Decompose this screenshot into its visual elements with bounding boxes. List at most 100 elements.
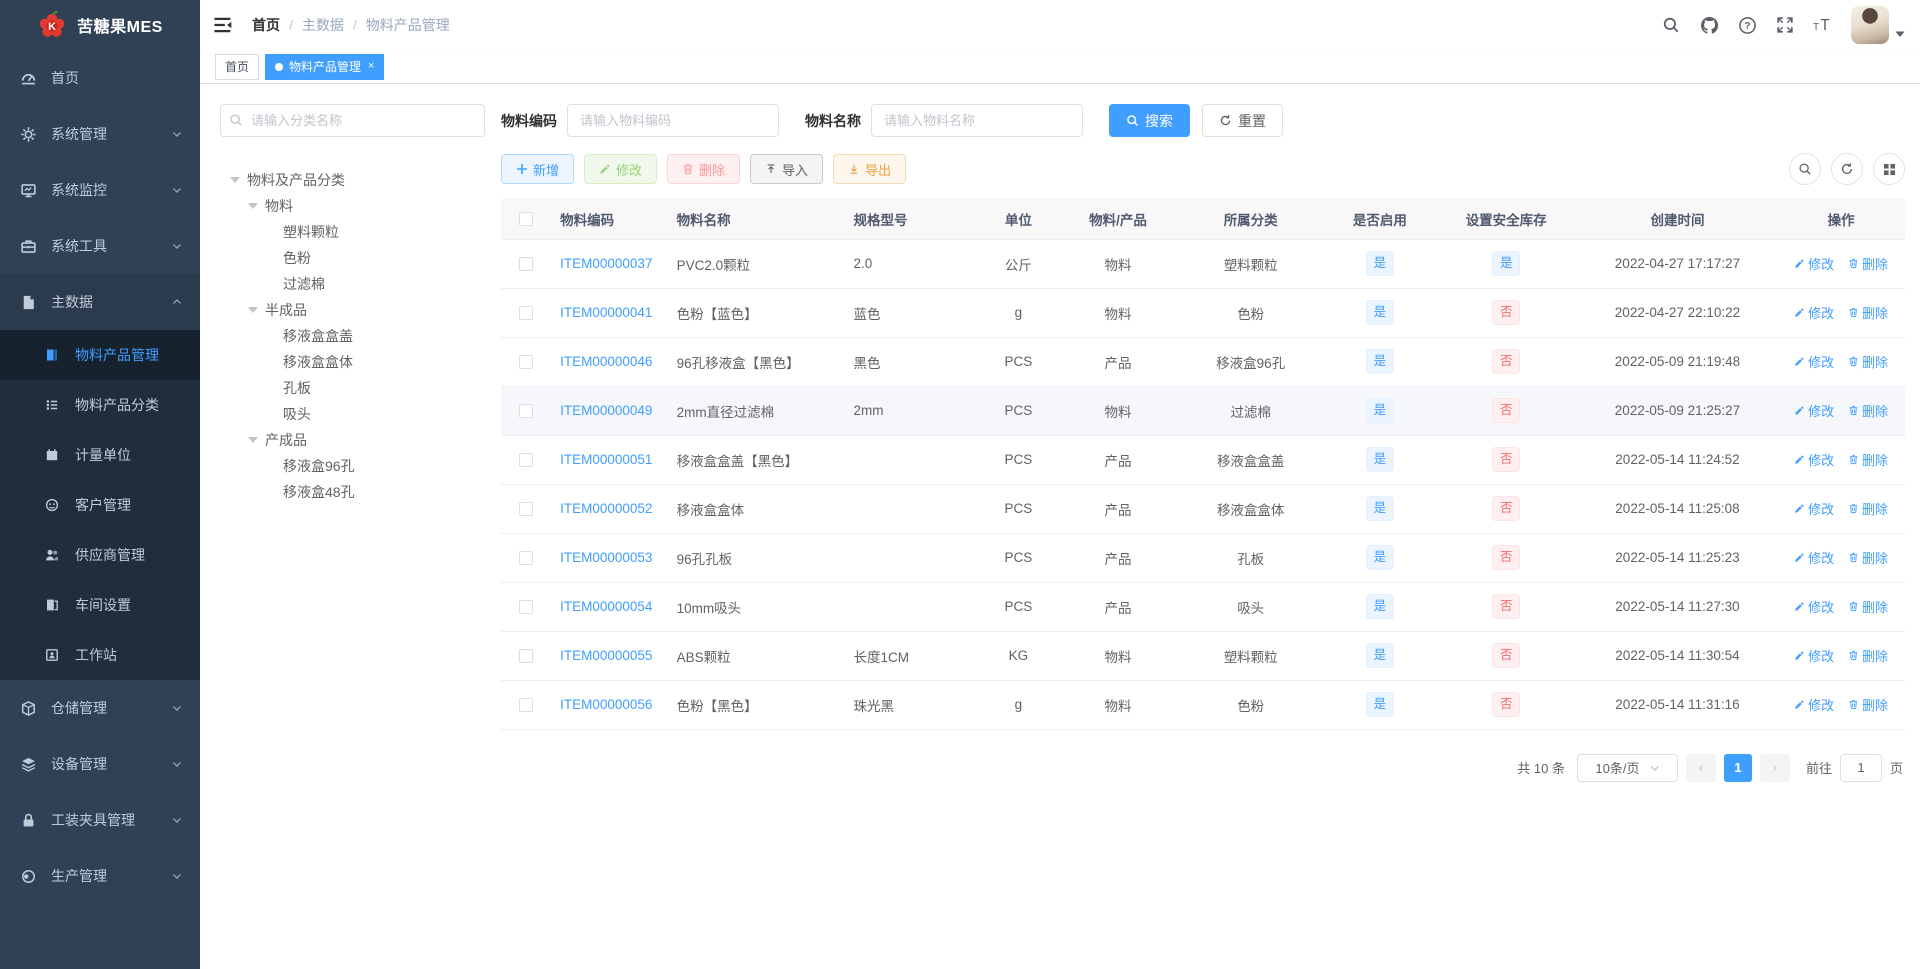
edit-button[interactable]: 修改 bbox=[584, 154, 658, 184]
hamburger-icon[interactable] bbox=[212, 14, 234, 36]
row-checkbox[interactable] bbox=[518, 453, 533, 468]
row-edit-link[interactable]: 修改 bbox=[1794, 695, 1834, 714]
columns-grid-button[interactable] bbox=[1873, 153, 1905, 185]
table-row[interactable]: ITEM00000053 96孔孔板 PCS 产品 孔板 是 否 2022-05… bbox=[501, 533, 1905, 583]
row-edit-link[interactable]: 修改 bbox=[1794, 548, 1834, 567]
table-row[interactable]: ITEM00000055 ABS颗粒 长度1CM KG 物料 塑料颗粒 是 否 … bbox=[501, 631, 1905, 681]
tree-node-leaf[interactable]: 吸头 bbox=[220, 401, 485, 427]
row-checkbox[interactable] bbox=[518, 649, 533, 664]
material-code-link[interactable]: ITEM00000046 bbox=[560, 354, 652, 369]
material-name-input[interactable] bbox=[871, 104, 1083, 137]
row-checkbox[interactable] bbox=[518, 600, 533, 615]
row-edit-link[interactable]: 修改 bbox=[1794, 597, 1834, 616]
table-row[interactable]: ITEM00000056 色粉【黑色】 珠光黑 g 物料 色粉 是 否 2022… bbox=[501, 680, 1905, 730]
table-row[interactable]: ITEM00000052 移液盒盒体 PCS 产品 移液盒盒体 是 否 2022… bbox=[501, 484, 1905, 534]
sidebar-item-system-mgmt[interactable]: 系统管理 bbox=[0, 106, 200, 162]
row-checkbox[interactable] bbox=[518, 551, 533, 566]
tree-node-leaf[interactable]: 移液盒48孔 bbox=[220, 479, 485, 505]
row-delete-link[interactable]: 删除 bbox=[1848, 450, 1888, 469]
table-row[interactable]: ITEM00000049 2mm直径过滤棉 2mm PCS 物料 过滤棉 是 否… bbox=[501, 386, 1905, 436]
add-button[interactable]: 新增 bbox=[501, 154, 575, 184]
row-checkbox[interactable] bbox=[518, 404, 533, 419]
sidebar-item-workstation[interactable]: 工作站 bbox=[0, 630, 200, 680]
caret-down-icon[interactable] bbox=[248, 203, 258, 209]
sidebar-item-production-mgmt[interactable]: 生产管理 bbox=[0, 848, 200, 904]
table-row[interactable]: ITEM00000041 色粉【蓝色】 蓝色 g 物料 色粉 是 否 2022-… bbox=[501, 288, 1905, 338]
row-edit-link[interactable]: 修改 bbox=[1794, 254, 1834, 273]
avatar[interactable] bbox=[1851, 6, 1889, 44]
tree-node-root[interactable]: 物料及产品分类 bbox=[220, 167, 485, 193]
row-edit-link[interactable]: 修改 bbox=[1794, 646, 1834, 665]
breadcrumb-master-data[interactable]: 主数据 bbox=[302, 15, 344, 35]
sidebar-item-equipment-mgmt[interactable]: 设备管理 bbox=[0, 736, 200, 792]
row-edit-link[interactable]: 修改 bbox=[1794, 352, 1834, 371]
row-delete-link[interactable]: 删除 bbox=[1848, 597, 1888, 616]
row-edit-link[interactable]: 修改 bbox=[1794, 499, 1834, 518]
table-row[interactable]: ITEM00000046 96孔移液盒【黑色】 黑色 PCS 产品 移液盒96孔… bbox=[501, 337, 1905, 387]
sidebar-item-material-product-mgmt[interactable]: 物料产品管理 bbox=[0, 330, 200, 380]
sidebar-item-tooling-fixture-mgmt[interactable]: 工装夹具管理 bbox=[0, 792, 200, 848]
sidebar-item-master-data[interactable]: 主数据 bbox=[0, 274, 200, 330]
row-delete-link[interactable]: 删除 bbox=[1848, 548, 1888, 567]
row-checkbox[interactable] bbox=[518, 698, 533, 713]
sidebar-item-warehouse-mgmt[interactable]: 仓储管理 bbox=[0, 680, 200, 736]
material-code-input[interactable] bbox=[567, 104, 779, 137]
row-delete-link[interactable]: 删除 bbox=[1848, 499, 1888, 518]
row-delete-link[interactable]: 删除 bbox=[1848, 646, 1888, 665]
select-all-checkbox[interactable] bbox=[518, 212, 533, 227]
tree-node-leaf[interactable]: 过滤棉 bbox=[220, 271, 485, 297]
refresh-table-button[interactable] bbox=[1831, 153, 1863, 185]
row-edit-link[interactable]: 修改 bbox=[1794, 401, 1834, 420]
tab-material-product-mgmt[interactable]: 物料产品管理 × bbox=[265, 53, 385, 80]
row-checkbox[interactable] bbox=[518, 502, 533, 517]
sidebar-item-supplier-mgmt[interactable]: 供应商管理 bbox=[0, 530, 200, 580]
help-icon[interactable]: ? bbox=[1737, 15, 1757, 35]
tree-node-leaf[interactable]: 塑料颗粒 bbox=[220, 219, 485, 245]
caret-down-icon[interactable] bbox=[230, 177, 240, 183]
reset-button[interactable]: 重置 bbox=[1202, 104, 1283, 137]
header-search-icon[interactable] bbox=[1661, 15, 1681, 35]
tree-node-finished[interactable]: 产成品 bbox=[220, 427, 485, 453]
table-row[interactable]: ITEM00000037 PVC2.0颗粒 2.0 公斤 物料 塑料颗粒 是 是… bbox=[501, 239, 1905, 289]
next-page-button[interactable]: › bbox=[1759, 753, 1790, 782]
row-checkbox[interactable] bbox=[518, 306, 533, 321]
material-code-link[interactable]: ITEM00000056 bbox=[560, 697, 652, 712]
import-button[interactable]: 导入 bbox=[750, 154, 824, 184]
row-delete-link[interactable]: 删除 bbox=[1848, 695, 1888, 714]
export-button[interactable]: 导出 bbox=[833, 154, 907, 184]
tree-node-semi-finished[interactable]: 半成品 bbox=[220, 297, 485, 323]
material-code-link[interactable]: ITEM00000054 bbox=[560, 599, 652, 614]
row-edit-link[interactable]: 修改 bbox=[1794, 450, 1834, 469]
material-code-link[interactable]: ITEM00000055 bbox=[560, 648, 652, 663]
close-icon[interactable]: × bbox=[368, 61, 374, 72]
prev-page-button[interactable]: ‹ bbox=[1685, 753, 1716, 782]
tree-node-leaf[interactable]: 移液盒盒盖 bbox=[220, 323, 485, 349]
table-row[interactable]: ITEM00000051 移液盒盒盖【黑色】 PCS 产品 移液盒盒盖 是 否 … bbox=[501, 435, 1905, 485]
delete-button[interactable]: 删除 bbox=[667, 154, 741, 184]
page-number-1[interactable]: 1 bbox=[1723, 753, 1752, 782]
tree-node-material[interactable]: 物料 bbox=[220, 193, 485, 219]
user-menu[interactable] bbox=[1851, 6, 1905, 44]
row-checkbox[interactable] bbox=[518, 355, 533, 370]
category-search-input[interactable] bbox=[220, 104, 485, 137]
breadcrumb-home[interactable]: 首页 bbox=[252, 15, 280, 35]
tree-node-leaf[interactable]: 移液盒96孔 bbox=[220, 453, 485, 479]
material-code-link[interactable]: ITEM00000053 bbox=[560, 550, 652, 565]
tree-node-leaf[interactable]: 移液盒盒体 bbox=[220, 349, 485, 375]
row-delete-link[interactable]: 删除 bbox=[1848, 303, 1888, 322]
goto-page-input[interactable] bbox=[1839, 753, 1882, 782]
tab-home[interactable]: 首页 bbox=[215, 53, 260, 80]
tree-node-leaf[interactable]: 孔板 bbox=[220, 375, 485, 401]
sidebar-item-customer-mgmt[interactable]: 客户管理 bbox=[0, 480, 200, 530]
sidebar-item-home[interactable]: 首页 bbox=[0, 50, 200, 106]
github-icon[interactable] bbox=[1699, 15, 1719, 35]
show-search-toggle-button[interactable] bbox=[1789, 153, 1821, 185]
page-size-select[interactable]: 10条/页 bbox=[1576, 753, 1678, 782]
material-code-link[interactable]: ITEM00000037 bbox=[560, 256, 652, 271]
sidebar-item-system-monitor[interactable]: 系统监控 bbox=[0, 162, 200, 218]
row-delete-link[interactable]: 删除 bbox=[1848, 254, 1888, 273]
search-button[interactable]: 搜索 bbox=[1109, 104, 1190, 137]
table-row[interactable]: ITEM00000054 10mm吸头 PCS 产品 吸头 是 否 2022-0… bbox=[501, 582, 1905, 632]
sidebar-item-workshop-settings[interactable]: 车间设置 bbox=[0, 580, 200, 630]
material-code-link[interactable]: ITEM00000052 bbox=[560, 501, 652, 516]
